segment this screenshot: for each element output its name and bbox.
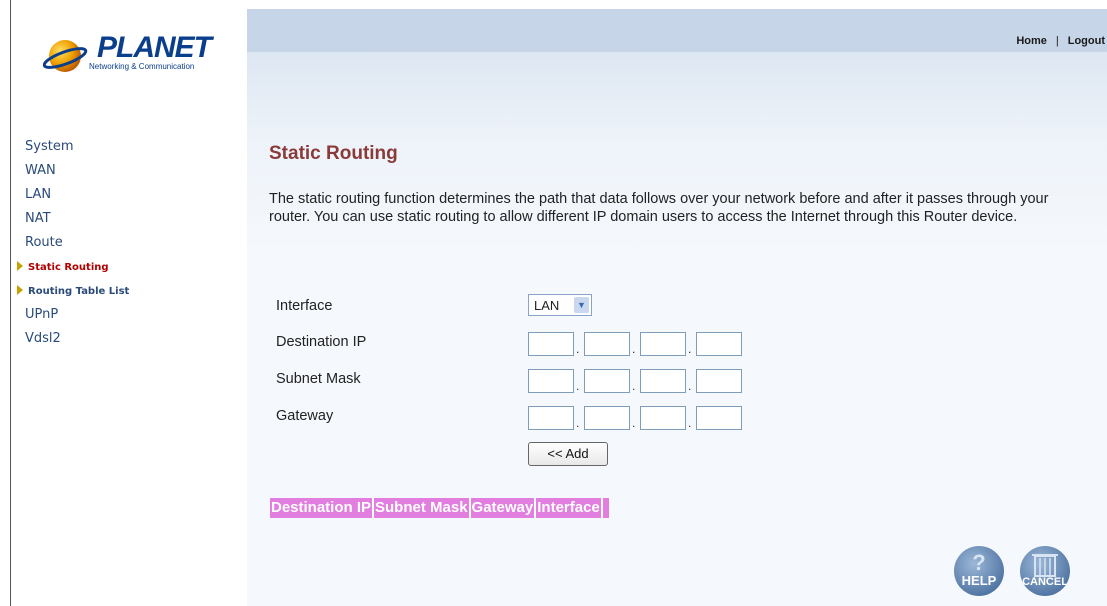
octet-dot: .: [688, 379, 692, 393]
sidebar-subitem-static-routing[interactable]: Static Routing: [17, 256, 129, 280]
arrow-right-icon: [17, 285, 23, 295]
interface-select[interactable]: LAN ▼: [528, 294, 592, 316]
destination-ip-octet-2[interactable]: [584, 332, 630, 356]
subnet-mask-octet-2[interactable]: [584, 369, 630, 393]
destination-ip-octet-1[interactable]: [528, 332, 574, 356]
column-header-subnet-mask: Subnet Mask: [374, 498, 471, 518]
gateway-octet-2[interactable]: [584, 406, 630, 430]
column-header-interface: Interface: [536, 498, 603, 518]
page-title: Static Routing: [269, 143, 398, 164]
add-route-button[interactable]: << Add: [528, 442, 608, 466]
octet-dot: .: [632, 416, 636, 430]
logout-link[interactable]: Logout: [1068, 35, 1105, 47]
subnet-mask-octet-1[interactable]: [528, 369, 574, 393]
interface-selected-value: LAN: [534, 298, 560, 313]
octet-dot: .: [632, 379, 636, 393]
planet-logo-icon: [43, 40, 88, 72]
route-table-header: Destination IP Subnet Mask Gateway Inter…: [270, 498, 609, 518]
destination-ip-octet-3[interactable]: [640, 332, 686, 356]
sidebar-subitem-label: Static Routing: [28, 262, 109, 273]
gateway-octet-3[interactable]: [640, 406, 686, 430]
column-header-destination-ip: Destination IP: [270, 498, 375, 518]
gateway-label: Gateway: [276, 408, 334, 424]
sidebar-subitem-routing-table-list[interactable]: Routing Table List: [17, 280, 129, 304]
subnet-mask-octet-3[interactable]: [640, 369, 686, 393]
gateway-octet-1[interactable]: [528, 406, 574, 430]
octet-dot: .: [688, 342, 692, 356]
gateway-octet-4[interactable]: [696, 406, 742, 430]
octet-dot: .: [576, 342, 580, 356]
sidebar-item-upnp[interactable]: UPnP: [25, 304, 129, 328]
column-header-action: [603, 498, 609, 518]
chevron-down-icon[interactable]: ▼: [574, 297, 589, 313]
header-separator: |: [1055, 35, 1059, 47]
destination-ip-label: Destination IP: [276, 334, 367, 350]
sidebar-item-lan[interactable]: LAN: [25, 184, 129, 208]
octet-dot: .: [688, 416, 692, 430]
column-header-gateway: Gateway: [471, 498, 537, 518]
octet-dot: .: [632, 342, 636, 356]
help-button[interactable]: ? HELP: [954, 546, 1004, 596]
cancel-button[interactable]: CANCEL: [1020, 546, 1070, 596]
octet-dot: .: [576, 379, 580, 393]
logo-wordmark: PLANET: [97, 31, 212, 64]
sidebar-item-route[interactable]: Route: [25, 232, 129, 256]
content-background: [247, 52, 1107, 606]
subnet-mask-octet-4[interactable]: [696, 369, 742, 393]
logo-tagline: Networking & Communication: [89, 62, 195, 71]
sidebar-item-system[interactable]: System: [25, 136, 129, 160]
sidebar-nav: System WAN LAN NAT Route Static Routing …: [17, 136, 129, 352]
arrow-right-icon: [17, 261, 23, 271]
sidebar-subitem-label: Routing Table List: [28, 286, 130, 297]
planet-logo[interactable]: PLANET Networking & Communication: [43, 32, 223, 78]
sidebar-item-nat[interactable]: NAT: [25, 208, 129, 232]
subnet-mask-label: Subnet Mask: [276, 371, 361, 387]
page-description: The static routing function determines t…: [269, 191, 1049, 225]
help-button-label: HELP: [961, 573, 997, 588]
top-bar: [247, 9, 1107, 52]
home-link[interactable]: Home: [1016, 35, 1047, 47]
sidebar-item-wan[interactable]: WAN: [25, 160, 129, 184]
interface-label: Interface: [276, 298, 333, 314]
octet-dot: .: [576, 416, 580, 430]
sidebar-item-vdsl2[interactable]: Vdsl2: [25, 328, 129, 352]
cancel-button-label: CANCEL: [1022, 576, 1068, 588]
destination-ip-octet-4[interactable]: [696, 332, 742, 356]
header-links: Home | Logout: [1016, 35, 1105, 47]
